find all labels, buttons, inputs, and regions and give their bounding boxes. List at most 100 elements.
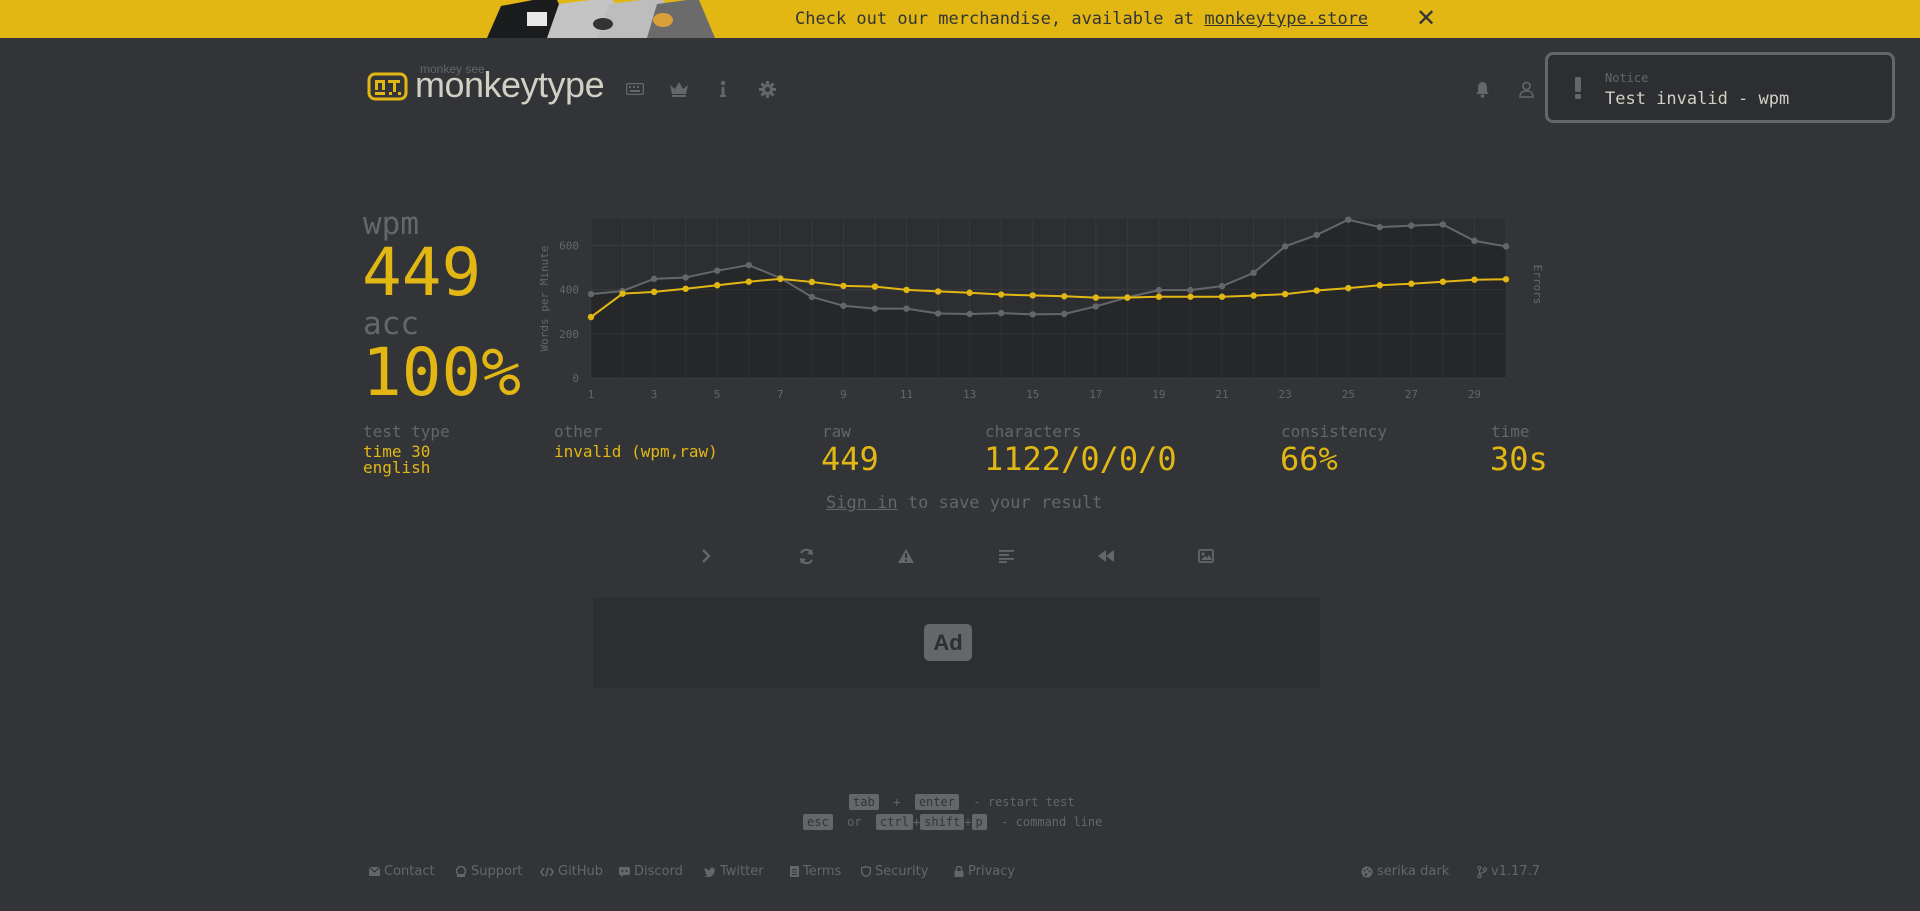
merch-image[interactable] — [487, 0, 715, 38]
other-label: other — [554, 422, 603, 441]
chart-wpm-point — [934, 288, 942, 295]
warning-icon[interactable] — [894, 544, 918, 568]
chart-x-tick-label: 23 — [1279, 388, 1292, 401]
chart-wpm-point — [840, 282, 847, 290]
chart-raw-point — [682, 274, 689, 281]
chart-raw-point — [1345, 216, 1352, 223]
chart-raw-point — [1029, 311, 1036, 318]
footer-github-link[interactable]: GitHub — [540, 864, 603, 879]
signin-link[interactable]: Sign in — [826, 493, 898, 513]
crown-icon[interactable] — [668, 78, 690, 100]
gear-icon[interactable] — [756, 78, 778, 100]
footer-privacy-link[interactable]: Privacy — [954, 864, 1015, 879]
chart-raw-point — [1092, 303, 1100, 310]
merch-store-link[interactable]: monkeytype.store — [1204, 9, 1368, 29]
chart-y2-axis-label: Errors — [1531, 265, 1544, 305]
shortcut-restart: tab + enter - restart test — [849, 794, 1075, 810]
chart-x-tick-label: 17 — [1089, 388, 1102, 401]
bell-icon[interactable] — [1471, 78, 1493, 100]
chart-wpm-point — [1471, 276, 1478, 283]
notice-text: Test invalid - wpm — [1605, 89, 1790, 109]
test-type-language: english — [363, 458, 431, 477]
words-history-icon[interactable] — [994, 544, 1018, 568]
envelope-icon — [369, 867, 380, 876]
chart-x-tick-label: 3 — [651, 388, 658, 401]
key-ctrl: ctrl — [876, 814, 913, 830]
user-icon[interactable] — [1515, 78, 1537, 100]
chart-wpm-point — [1408, 280, 1415, 287]
twitter-icon — [704, 867, 716, 877]
footer-support-link[interactable]: Support — [455, 864, 522, 879]
chart-x-tick-label: 7 — [777, 388, 784, 401]
chart-raw-point — [1250, 269, 1257, 277]
code-icon — [540, 866, 554, 877]
footer-terms-link[interactable]: Terms — [790, 864, 841, 879]
chart-wpm-point — [871, 283, 879, 290]
key-enter: enter — [914, 794, 959, 810]
monkeytype-logo-icon[interactable] — [367, 72, 408, 101]
chart-y-tick-label: 600 — [559, 240, 579, 253]
notification-notice[interactable]: Notice Test invalid - wpm — [1545, 52, 1895, 123]
palette-icon — [1361, 866, 1373, 877]
chart-raw-point — [714, 267, 721, 274]
merch-banner: Check out our merchandise, available at … — [0, 0, 1920, 38]
footer-contact-link[interactable]: Contact — [369, 864, 435, 879]
ad-icon: Ad — [924, 624, 972, 661]
chart-y-tick-label: 400 — [559, 284, 579, 297]
footer-theme-button[interactable]: serika dark — [1361, 864, 1449, 879]
footer-discord-label: Discord — [634, 864, 683, 879]
chart-wpm-point — [650, 288, 658, 296]
other-value: invalid (wpm,raw) — [554, 442, 718, 461]
chart-raw-point — [997, 309, 1005, 317]
test-type-label: test type — [363, 422, 450, 441]
raw-label: raw — [822, 422, 851, 441]
chart-wpm-point — [997, 291, 1005, 298]
footer-security-link[interactable]: Security — [861, 864, 928, 879]
chart-raw-point — [934, 310, 942, 317]
footer-twitter-link[interactable]: Twitter — [704, 864, 764, 879]
chart-wpm-point — [1218, 293, 1226, 300]
wpm-value: 449 — [362, 234, 482, 311]
shortcut-plus: + — [893, 795, 901, 809]
footer-version-button[interactable]: v1.17.7 — [1477, 864, 1540, 879]
info-icon[interactable] — [712, 78, 734, 100]
acc-value: 100% — [362, 334, 521, 411]
chart-raw-point — [1187, 286, 1194, 294]
close-icon[interactable]: ✕ — [1414, 6, 1438, 30]
chart-raw-point — [1313, 231, 1320, 239]
shortcut-command-text: - command line — [1001, 815, 1103, 829]
chart-wpm-point — [1281, 290, 1289, 298]
key-esc: esc — [803, 814, 833, 830]
chart-raw-point — [650, 275, 658, 283]
next-test-icon[interactable] — [694, 544, 718, 568]
footer-contact-label: Contact — [384, 864, 435, 879]
chart-x-tick-label: 29 — [1468, 388, 1481, 401]
chart-wpm-point — [1502, 276, 1510, 283]
footer-discord-link[interactable]: Discord — [619, 864, 683, 879]
keyboard-icon[interactable] — [624, 78, 646, 100]
chart-wpm-point — [1092, 294, 1100, 301]
chart-raw-point — [587, 290, 595, 298]
wpm-chart[interactable]: 02004006001 3 5 7 9 11 13 15 17 19 21 23 25 27 29Words… — [535, 205, 1550, 408]
lock-icon — [954, 866, 964, 877]
characters-label: characters — [985, 422, 1082, 441]
chart-y-tick-label: 200 — [559, 328, 579, 341]
footer-twitter-label: Twitter — [720, 864, 764, 879]
chart-raw-point — [1155, 286, 1163, 294]
chart-x-tick-label: 1 — [588, 388, 595, 401]
restart-icon[interactable] — [794, 544, 818, 568]
replay-icon[interactable] — [1094, 544, 1118, 568]
chart-raw-point — [1502, 243, 1510, 250]
chart-raw-point — [1218, 282, 1226, 290]
footer-version-label: v1.17.7 — [1491, 864, 1541, 879]
chart-wpm-point — [1061, 293, 1068, 300]
banner-message: Check out our merchandise, available at … — [795, 9, 1368, 29]
screenshot-icon[interactable] — [1194, 544, 1218, 568]
logo-text[interactable]: monkeytype — [415, 64, 605, 106]
chart-x-tick-label: 27 — [1405, 388, 1418, 401]
chart-x-tick-label: 11 — [900, 388, 913, 401]
chart-wpm-point — [903, 286, 910, 294]
footer-security-label: Security — [875, 864, 929, 879]
chart-wpm-point — [1250, 292, 1257, 299]
shortcut-restart-text: - restart test — [973, 795, 1075, 809]
